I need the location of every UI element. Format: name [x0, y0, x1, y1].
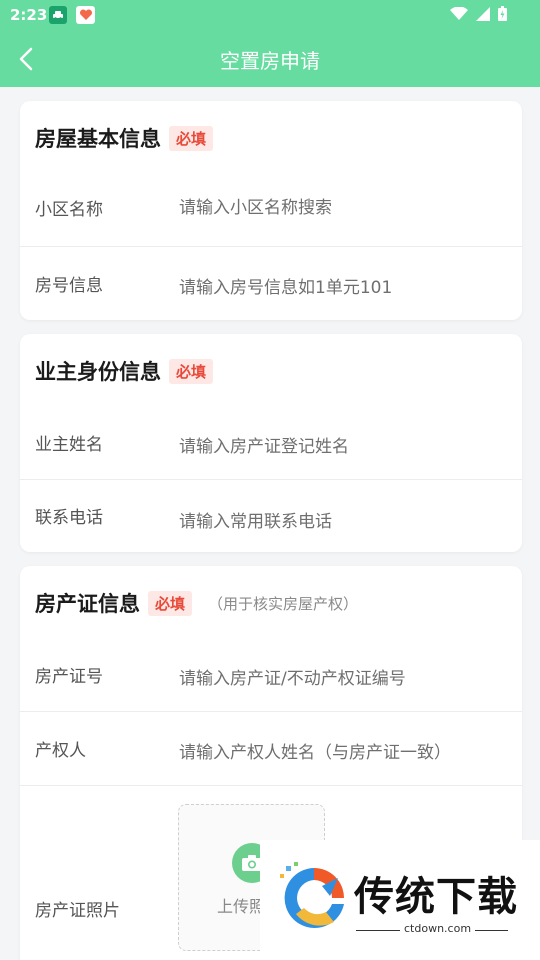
- divider: [20, 711, 522, 712]
- section-header: 业主身份信息 必填: [35, 356, 214, 386]
- owner-name-input[interactable]: 请输入房产证登记姓名: [179, 432, 349, 457]
- section-note: （用于核实房屋产权）: [208, 594, 359, 613]
- watermark: 传统下载 ctdown.com: [260, 840, 540, 960]
- field-label: 业主姓名: [35, 435, 103, 455]
- section-header: 房产证信息 必填 （用于核实房屋产权）: [35, 588, 358, 618]
- field-label: 联系电话: [35, 508, 103, 528]
- divider: [20, 785, 522, 786]
- system-icons: [450, 6, 507, 21]
- page-title: 空置房申请: [220, 49, 320, 73]
- required-badge: 必填: [169, 125, 214, 151]
- section-header: 房屋基本信息 必填: [35, 123, 214, 153]
- owner-identity-card: 业主身份信息 必填 业主姓名 请输入房产证登记姓名 联系电话 请输入常用联系电话: [20, 334, 522, 552]
- status-time: 2:23: [10, 6, 48, 24]
- status-bar: 2:23: [0, 0, 540, 30]
- watermark-logo-icon: [280, 862, 344, 928]
- watermark-url: ctdown.com: [400, 922, 476, 935]
- field-label: 产权人: [35, 741, 86, 761]
- section-title: 房产证信息: [35, 592, 140, 616]
- car-app-icon: [49, 6, 67, 24]
- divider: [20, 479, 522, 480]
- phone-input[interactable]: 请输入常用联系电话: [179, 507, 332, 532]
- certificate-number-input[interactable]: 请输入房产证/不动产权证编号: [179, 664, 406, 689]
- house-basic-info-card: 房屋基本信息 必填 小区名称 请输入小区名称搜索 房号信息 请输入房号信息如1单…: [20, 101, 522, 320]
- section-title: 房屋基本信息: [35, 127, 161, 151]
- required-badge: 必填: [148, 590, 193, 616]
- required-badge: 必填: [169, 358, 214, 384]
- field-label: 小区名称: [35, 200, 103, 220]
- community-search-input[interactable]: 请输入小区名称搜索: [179, 193, 332, 218]
- room-number-input[interactable]: 请输入房号信息如1单元101: [179, 273, 392, 298]
- field-label: 房产证照片: [35, 901, 120, 921]
- signal-icon: [476, 6, 490, 21]
- divider: [20, 246, 522, 247]
- section-title: 业主身份信息: [35, 360, 161, 384]
- heart-app-icon: [76, 6, 95, 24]
- property-owner-input[interactable]: 请输入产权人姓名（与房产证一致）: [179, 738, 451, 763]
- field-label: 房号信息: [35, 276, 103, 296]
- field-label: 房产证号: [35, 667, 103, 687]
- wifi-icon: [450, 6, 468, 20]
- nav-bar: 空置房申请: [0, 30, 540, 87]
- battery-icon: [498, 6, 507, 21]
- watermark-text: 传统下载: [354, 874, 518, 920]
